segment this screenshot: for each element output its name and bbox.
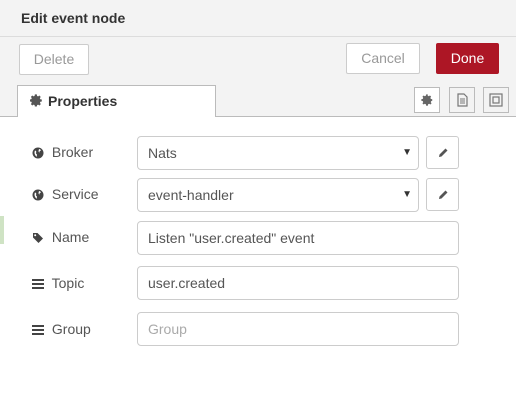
workspace-edge bbox=[0, 216, 4, 244]
broker-label-text: Broker bbox=[51, 144, 94, 160]
done-button[interactable]: Done bbox=[436, 43, 499, 74]
tab-properties-label: Properties bbox=[48, 93, 118, 109]
gear-tab-button[interactable] bbox=[414, 87, 440, 113]
name-label-text: Name bbox=[51, 229, 90, 245]
chevron-down-icon: ▼ bbox=[402, 189, 412, 200]
service-label-text: Service bbox=[51, 186, 99, 202]
tag-icon bbox=[32, 229, 48, 245]
broker-select[interactable]: Nats ▼ bbox=[137, 136, 419, 170]
list-icon bbox=[32, 321, 48, 337]
dialog-titlebar: Edit event node bbox=[0, 0, 516, 37]
globe-icon bbox=[32, 186, 48, 202]
dialog-title: Edit event node bbox=[21, 10, 126, 26]
list-icon bbox=[32, 275, 48, 291]
topic-label-text: Topic bbox=[51, 275, 85, 291]
group-input-placeholder: Group bbox=[148, 321, 187, 337]
globe-icon bbox=[32, 144, 48, 160]
service-select[interactable]: event-handler ▼ bbox=[137, 178, 419, 212]
description-tab-button[interactable] bbox=[449, 87, 475, 113]
appearance-tab-button[interactable] bbox=[483, 87, 509, 113]
delete-button[interactable]: Delete bbox=[19, 44, 89, 75]
edit-node-dialog: Edit event node Delete Cancel Done Prope… bbox=[0, 0, 516, 419]
topic-input-value: user.created bbox=[148, 275, 226, 291]
name-input-value: Listen "user.created" event bbox=[148, 230, 315, 246]
broker-select-value: Nats bbox=[148, 145, 177, 161]
edit-service-button[interactable] bbox=[426, 178, 459, 211]
chevron-down-icon: ▼ bbox=[402, 147, 412, 158]
name-label: Name bbox=[32, 229, 89, 245]
topic-input[interactable]: user.created bbox=[137, 266, 459, 300]
service-select-value: event-handler bbox=[148, 187, 234, 203]
tab-properties[interactable]: Properties bbox=[17, 85, 216, 117]
group-input[interactable]: Group bbox=[137, 312, 459, 346]
edit-broker-button[interactable] bbox=[426, 136, 459, 169]
group-label-text: Group bbox=[51, 321, 91, 337]
name-input[interactable]: Listen "user.created" event bbox=[137, 221, 459, 255]
broker-label: Broker bbox=[32, 144, 93, 160]
gear-icon bbox=[29, 94, 44, 108]
topic-label: Topic bbox=[32, 275, 84, 291]
cancel-button[interactable]: Cancel bbox=[346, 43, 420, 74]
group-label: Group bbox=[32, 321, 91, 337]
service-label: Service bbox=[32, 186, 99, 202]
